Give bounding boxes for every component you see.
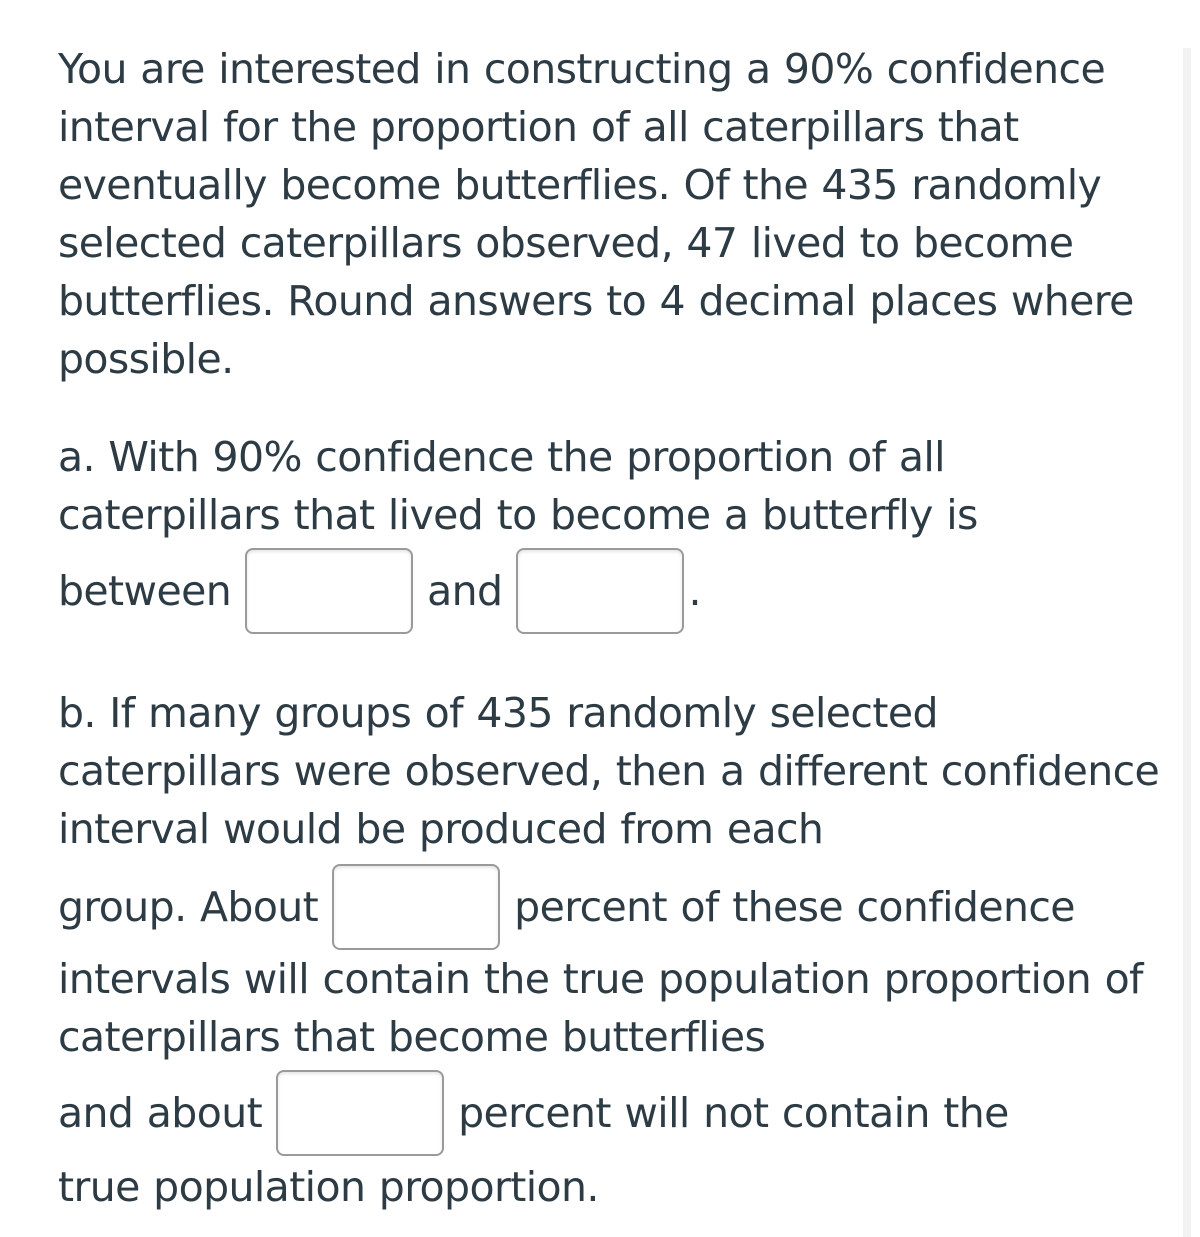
question-container: You are interested in constructing a 90%… <box>58 40 1168 1216</box>
percent-contain-input[interactable] <box>332 864 501 950</box>
part-a: a. With 90% confidence the proportion of… <box>58 428 1168 636</box>
and-label: and <box>427 567 503 615</box>
percent-contain-label: percent of these confidence <box>514 883 1075 931</box>
lower-bound-input[interactable] <box>245 548 414 634</box>
and-about-label: and about <box>58 1089 263 1137</box>
end-period: . <box>688 567 701 615</box>
part-a-answer-line: between and . <box>58 546 1168 636</box>
scrollbar-track[interactable] <box>1183 48 1191 1237</box>
question-intro: You are interested in constructing a 90%… <box>58 45 1134 383</box>
part-b-contain-line: group. About percent of these confidence <box>58 864 1168 950</box>
part-b-tail-text: true population proportion. <box>58 1163 599 1211</box>
part-a-text: a. With 90% confidence the proportion of… <box>58 433 978 539</box>
group-about-label: group. About <box>58 883 319 931</box>
part-b-middle-text: intervals will contain the true populati… <box>58 955 1143 1061</box>
percent-not-contain-input[interactable] <box>276 1070 445 1156</box>
part-b: b. If many groups of 435 randomly select… <box>58 684 1168 1216</box>
between-label: between <box>58 567 232 615</box>
part-b-text: b. If many groups of 435 randomly select… <box>58 689 1160 853</box>
percent-not-label: percent will not contain the <box>458 1089 1009 1137</box>
upper-bound-input[interactable] <box>516 548 685 634</box>
part-b-not-contain-line: and about percent will not contain the <box>58 1070 1168 1156</box>
